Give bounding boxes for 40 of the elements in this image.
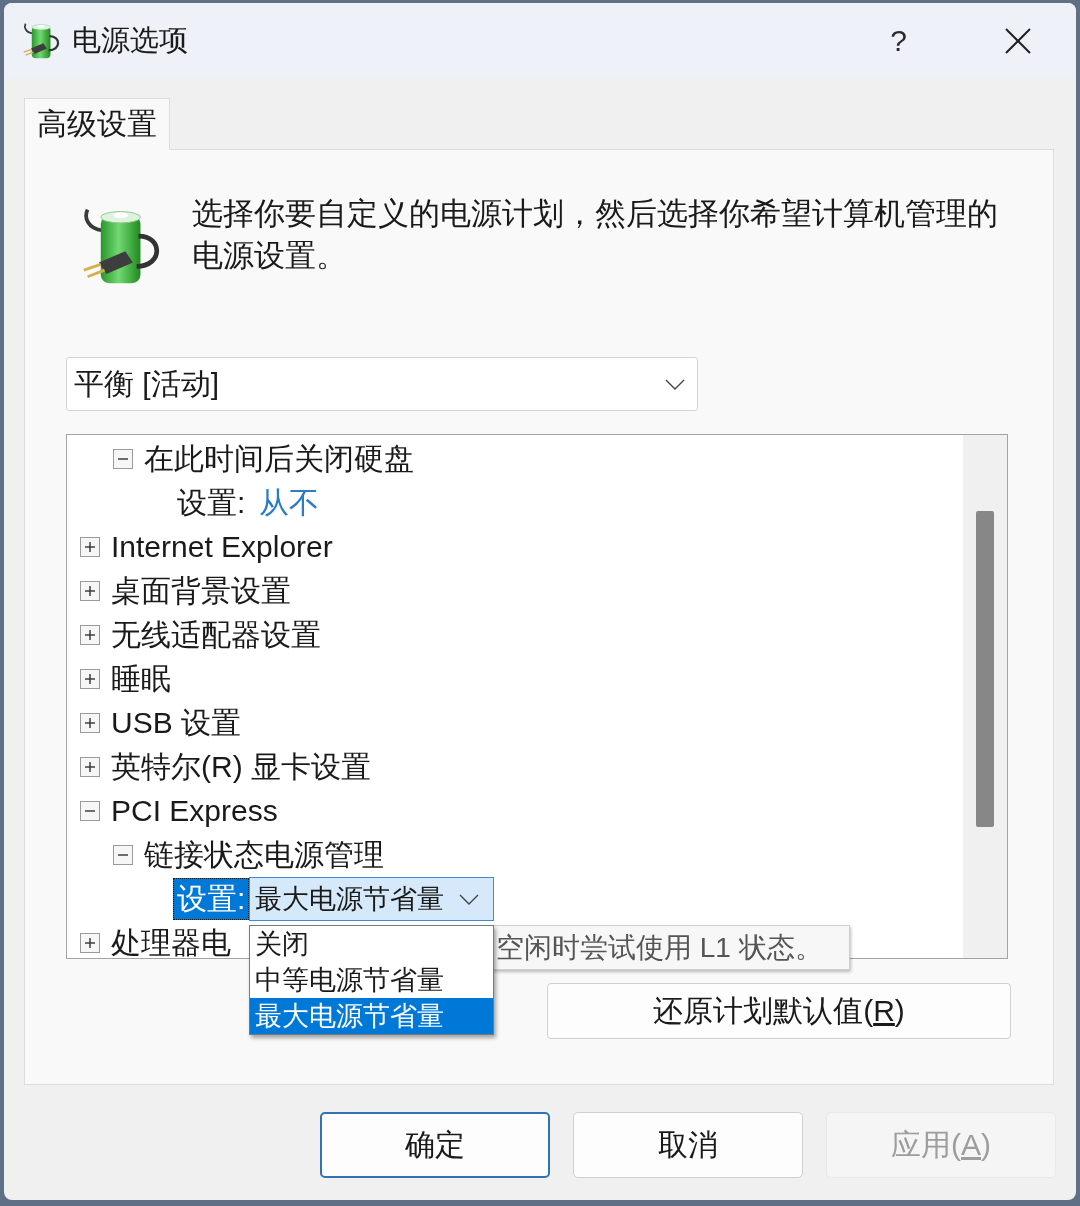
- tree-item[interactable]: 英特尔(R) 显卡设置: [107, 746, 375, 788]
- tree-item[interactable]: Internet Explorer: [107, 526, 337, 568]
- setting-value[interactable]: 从不: [259, 482, 320, 524]
- plus-box-icon[interactable]: [80, 537, 100, 557]
- setting-dropdown[interactable]: 最大电源节省量: [249, 877, 495, 921]
- tab[interactable]: 高级设置: [24, 98, 170, 150]
- plan-dropdown[interactable]: 平衡 [活动]: [66, 357, 698, 411]
- tree-item[interactable]: 桌面背景设置: [107, 570, 295, 612]
- window-title: 电源选项: [72, 22, 189, 58]
- plus-box-icon[interactable]: [80, 713, 100, 733]
- plus-box-icon[interactable]: [80, 757, 100, 777]
- close-icon: [1005, 27, 1031, 54]
- scrollbar-thumb[interactable]: [976, 511, 994, 827]
- setting-label[interactable]: 设置:: [173, 482, 250, 524]
- help-button[interactable]: ?: [884, 22, 913, 59]
- dialog-button[interactable]: 确定: [320, 1112, 550, 1178]
- tree-item[interactable]: 无线适配器设置: [107, 614, 325, 656]
- minus-box-icon[interactable]: [113, 449, 133, 469]
- tree-item[interactable]: 链接状态电源管理: [140, 834, 388, 876]
- dropdown-option[interactable]: 关闭: [250, 926, 494, 962]
- intro-text: 选择你要自定义的电源计划，然后选择你希望计算机管理的电源设置。: [192, 195, 999, 275]
- tree-item[interactable]: 在此时间后关闭硬盘: [140, 438, 418, 480]
- minus-box-icon[interactable]: [80, 801, 100, 821]
- tree-item[interactable]: 处理器电: [107, 922, 235, 964]
- chevron-down-icon: [459, 893, 480, 905]
- plus-box-icon[interactable]: [80, 669, 100, 689]
- restore-defaults-button[interactable]: 还原计划默认值(R): [547, 983, 1011, 1039]
- setting-label[interactable]: 设置:: [173, 878, 250, 920]
- chevron-down-icon: [665, 378, 685, 390]
- plus-box-icon[interactable]: [80, 625, 100, 645]
- plus-box-icon[interactable]: [80, 933, 100, 953]
- minus-box-icon[interactable]: [113, 845, 133, 865]
- tree-item[interactable]: 睡眠: [107, 658, 175, 700]
- dropdown-option[interactable]: 最大电源节省量: [250, 998, 494, 1034]
- tooltip: 空闲时尝试使用 L1 状态。: [492, 925, 850, 970]
- dialog-button[interactable]: 取消: [573, 1112, 803, 1178]
- tree-item[interactable]: PCI Express: [107, 790, 282, 832]
- tree-item[interactable]: USB 设置: [107, 702, 246, 744]
- dropdown-option[interactable]: 中等电源节省量: [250, 962, 494, 998]
- plus-box-icon[interactable]: [80, 581, 100, 601]
